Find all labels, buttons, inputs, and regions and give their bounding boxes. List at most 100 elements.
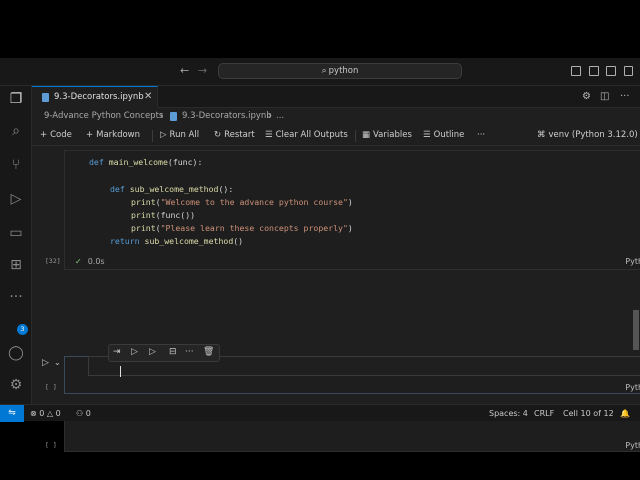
execute-above-icon[interactable]: ▷ [131, 347, 138, 357]
run-debug-icon[interactable]: ▷ [7, 190, 25, 208]
more-actions-icon[interactable]: ··· [620, 91, 630, 102]
warning-icon: △ [46, 409, 54, 418]
broadcast-icon: ⚇ [76, 409, 84, 418]
function-name: print [131, 197, 156, 207]
variables-icon: ▦ [362, 130, 371, 140]
execute-below-icon[interactable]: ▷ [149, 347, 156, 357]
execution-count: [ ] [45, 383, 57, 391]
close-icon[interactable]: ✕ [144, 91, 152, 102]
search-view-icon[interactable]: ⌕ [7, 122, 25, 140]
keyword: def [110, 184, 125, 194]
add-markdown-label: Markdown [96, 130, 141, 140]
code-line[interactable]: print("Please learn these concepts prope… [131, 223, 353, 233]
ports-count: 0 [85, 409, 91, 418]
text-cursor [120, 366, 121, 377]
breadcrumb-file[interactable]: 9.3-Decorators.ipynb [182, 111, 272, 121]
customize-layout-icon[interactable] [624, 66, 633, 76]
source-control-icon[interactable]: ⑂ [7, 156, 25, 174]
cell-toolbar: ⇥ ▷ ▷ ⊟ ··· 🗑 [108, 344, 220, 362]
forward-arrow-icon[interactable]: → [198, 64, 207, 77]
status-bar: ⇋ ⊗ 0 △ 0 ⚇ 0 Spaces: 4 CRLF Cell 10 of … [0, 404, 640, 422]
toolbar-divider [355, 130, 356, 142]
code-line[interactable]: def sub_welcome_method(): [110, 184, 233, 194]
restart-button[interactable]: ↻ Restart [214, 130, 255, 140]
breadcrumb: 9-Advance Python Concepts › 9.3-Decorato… [32, 108, 640, 126]
delete-cell-icon[interactable]: 🗑 [203, 347, 214, 357]
command-center-search[interactable]: ⌕ python [218, 63, 462, 79]
code-cell[interactable]: def main_welcome(func): def sub_welcome_… [45, 150, 640, 270]
code-line[interactable]: print(func()) [131, 210, 195, 220]
more-cell-actions-icon[interactable]: ··· [185, 347, 194, 357]
restart-icon: ↻ [214, 130, 222, 140]
toolbar-more-button[interactable]: ··· [477, 130, 485, 140]
split-editor-icon[interactable]: ◫ [600, 91, 609, 102]
kernel-icon: ⌘ [537, 130, 546, 140]
problems-indicator[interactable]: ⊗ 0 △ 0 [30, 409, 61, 418]
editor-scrollbar[interactable] [633, 310, 639, 350]
variables-label: Variables [373, 130, 412, 140]
kernel-label: venv (Python 3.12.0) [548, 130, 638, 140]
chevron-down-icon[interactable]: ⌄ [54, 358, 61, 367]
string-literal: "Welcome to the advance python course" [160, 197, 348, 207]
execution-status: ✓ 0.0s [75, 257, 105, 266]
toolbar-divider [152, 130, 153, 142]
keyword: return [110, 236, 140, 246]
split-cell-icon[interactable]: ⊟ [169, 347, 177, 357]
execution-count: [ ] [45, 441, 57, 449]
run-all-button[interactable]: ▷ Run All [160, 130, 199, 140]
notifications-bell-icon[interactable]: 🔔 [620, 409, 630, 418]
add-code-cell-button[interactable]: + Code [40, 130, 72, 140]
toggle-panel-icon[interactable] [589, 66, 599, 76]
tab-bar: 9.3-Decorators.ipynb ✕ ⚙ ◫ ··· [32, 86, 640, 108]
ports-indicator[interactable]: ⚇ 0 [76, 409, 91, 418]
remote-explorer-icon[interactable]: ▭ [7, 224, 25, 242]
cell-language[interactable]: Python [625, 383, 640, 392]
eol-indicator[interactable]: CRLF [534, 409, 554, 418]
cell-language[interactable]: Python [625, 441, 640, 450]
more-views-icon[interactable]: ··· [7, 288, 25, 306]
outline-button[interactable]: ☰ Outline [423, 130, 464, 140]
run-cell-icon[interactable]: ▷ [42, 358, 49, 368]
add-markdown-cell-button[interactable]: + Markdown [86, 130, 140, 140]
indentation-indicator[interactable]: Spaces: 4 [489, 409, 528, 418]
notebook-file-icon [42, 93, 49, 102]
notebook-body: def main_welcome(func): def sub_welcome_… [32, 146, 640, 452]
code-text: () [233, 236, 244, 246]
toggle-secondary-sidebar-icon[interactable] [606, 66, 616, 76]
breadcrumb-more[interactable]: ... [276, 111, 284, 121]
check-icon: ✓ [75, 257, 82, 266]
remote-indicator-icon[interactable]: ⇋ [0, 405, 24, 422]
tab-decorators-notebook[interactable]: 9.3-Decorators.ipynb ✕ [32, 86, 158, 108]
account-icon[interactable]: ◯ [7, 344, 25, 362]
kernel-picker[interactable]: ⌘ venv (Python 3.12.0) [537, 130, 638, 140]
title-bar: ← → ⌕ python [0, 58, 640, 86]
function-name: main_welcome [108, 157, 168, 167]
add-code-label: Code [50, 130, 72, 140]
run-by-line-icon[interactable]: ⇥ [113, 347, 121, 357]
cell-language[interactable]: Python [625, 257, 640, 266]
clear-all-label: Clear All Outputs [275, 130, 348, 140]
cell-position-indicator[interactable]: Cell 10 of 12 [563, 409, 614, 418]
chevron-right-icon: › [160, 111, 164, 121]
extensions-icon[interactable]: ⊞ [7, 256, 25, 274]
breadcrumb-folder[interactable]: 9-Advance Python Concepts [44, 111, 163, 121]
error-icon: ⊗ [30, 409, 37, 418]
clear-all-outputs-button[interactable]: ☰ Clear All Outputs [265, 130, 348, 140]
settings-gear-icon[interactable]: ⚙ [7, 376, 25, 394]
outline-icon: ☰ [423, 130, 431, 140]
string-literal: "Please learn these concepts properly" [160, 223, 348, 233]
variables-button[interactable]: ▦ Variables [362, 130, 412, 140]
toggle-primary-sidebar-icon[interactable] [571, 66, 581, 76]
execution-time: 0.0s [87, 257, 105, 266]
restart-label: Restart [224, 130, 255, 140]
function-name: print [131, 223, 156, 233]
gear-icon[interactable]: ⚙ [582, 91, 591, 102]
code-text: (): [218, 184, 234, 194]
code-line[interactable]: return sub_welcome_method() [110, 236, 243, 246]
explorer-icon[interactable]: ❐ [7, 90, 25, 108]
code-line[interactable]: def main_welcome(func): [89, 157, 202, 167]
back-arrow-icon[interactable]: ← [180, 64, 189, 77]
code-line[interactable]: print("Welcome to the advance python cou… [131, 197, 353, 207]
tab-label: 9.3-Decorators.ipynb [54, 92, 144, 102]
function-name: sub_welcome_method [129, 184, 219, 194]
